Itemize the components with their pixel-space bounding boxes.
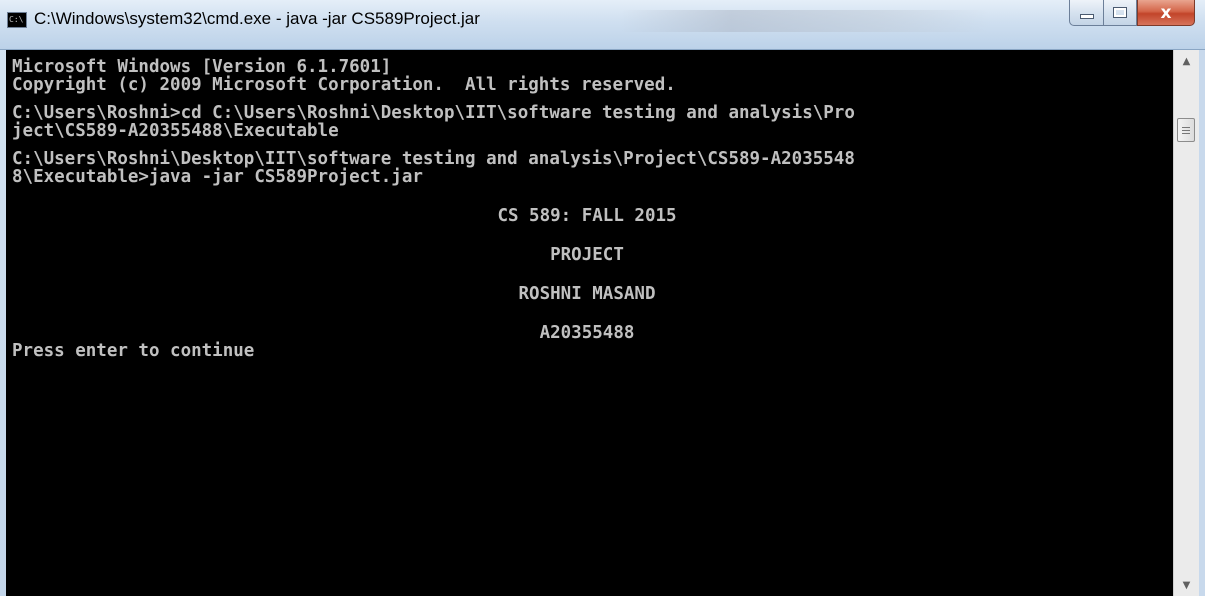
console-spacer xyxy=(12,225,1173,246)
maximize-button[interactable] xyxy=(1103,0,1137,26)
arrow-down-icon: ▼ xyxy=(1182,579,1191,591)
banner-id: A20355488 xyxy=(539,323,635,343)
scroll-thumb[interactable] xyxy=(1177,118,1195,142)
console-line: C:\Users\Roshni>cd C:\Users\Roshni\Deskt… xyxy=(12,103,855,123)
minimize-icon xyxy=(1079,14,1094,19)
vertical-scrollbar[interactable]: ▲ ▼ xyxy=(1173,50,1199,596)
console-spacer xyxy=(12,264,1173,285)
console-output[interactable]: Microsoft Windows [Version 6.1.7601] Cop… xyxy=(6,50,1173,596)
close-icon: x xyxy=(1160,2,1172,23)
banner-project: PROJECT xyxy=(550,245,624,265)
console-line: ject\CS589-A20355488\Executable xyxy=(12,121,339,141)
console-line: 8\Executable>java -jar CS589Project.jar xyxy=(12,167,423,187)
window-title: C:\Windows\system32\cmd.exe - java -jar … xyxy=(34,9,480,28)
cmd-window: C:\ C:\Windows\system32\cmd.exe - java -… xyxy=(0,0,1205,596)
maximize-icon xyxy=(1113,7,1127,18)
cmd-icon[interactable]: C:\ xyxy=(7,12,27,28)
console-line: Copyright (c) 2009 Microsoft Corporation… xyxy=(12,75,676,95)
caption-buttons: x xyxy=(1069,0,1195,26)
arrow-up-icon: ▲ xyxy=(1182,55,1191,67)
console-spacer xyxy=(12,186,1173,207)
grip-icon xyxy=(1182,126,1190,134)
banner-name: ROSHNI MASAND xyxy=(518,284,656,304)
close-button[interactable]: x xyxy=(1137,0,1195,26)
continue-prompt: Press enter to continue xyxy=(12,341,255,361)
minimize-button[interactable] xyxy=(1069,0,1103,26)
title-bar-glare xyxy=(620,10,990,32)
scroll-up-button[interactable]: ▲ xyxy=(1174,50,1199,72)
console-line: C:\Users\Roshni\Desktop\IIT\software tes… xyxy=(12,149,855,169)
banner-course: CS 589: FALL 2015 xyxy=(497,206,677,226)
scroll-down-button[interactable]: ▼ xyxy=(1174,574,1199,596)
console-line: Microsoft Windows [Version 6.1.7601] xyxy=(12,57,392,77)
title-bar[interactable]: C:\ C:\Windows\system32\cmd.exe - java -… xyxy=(0,0,1205,50)
window-frame-right xyxy=(1199,50,1205,596)
console-spacer xyxy=(12,303,1173,324)
